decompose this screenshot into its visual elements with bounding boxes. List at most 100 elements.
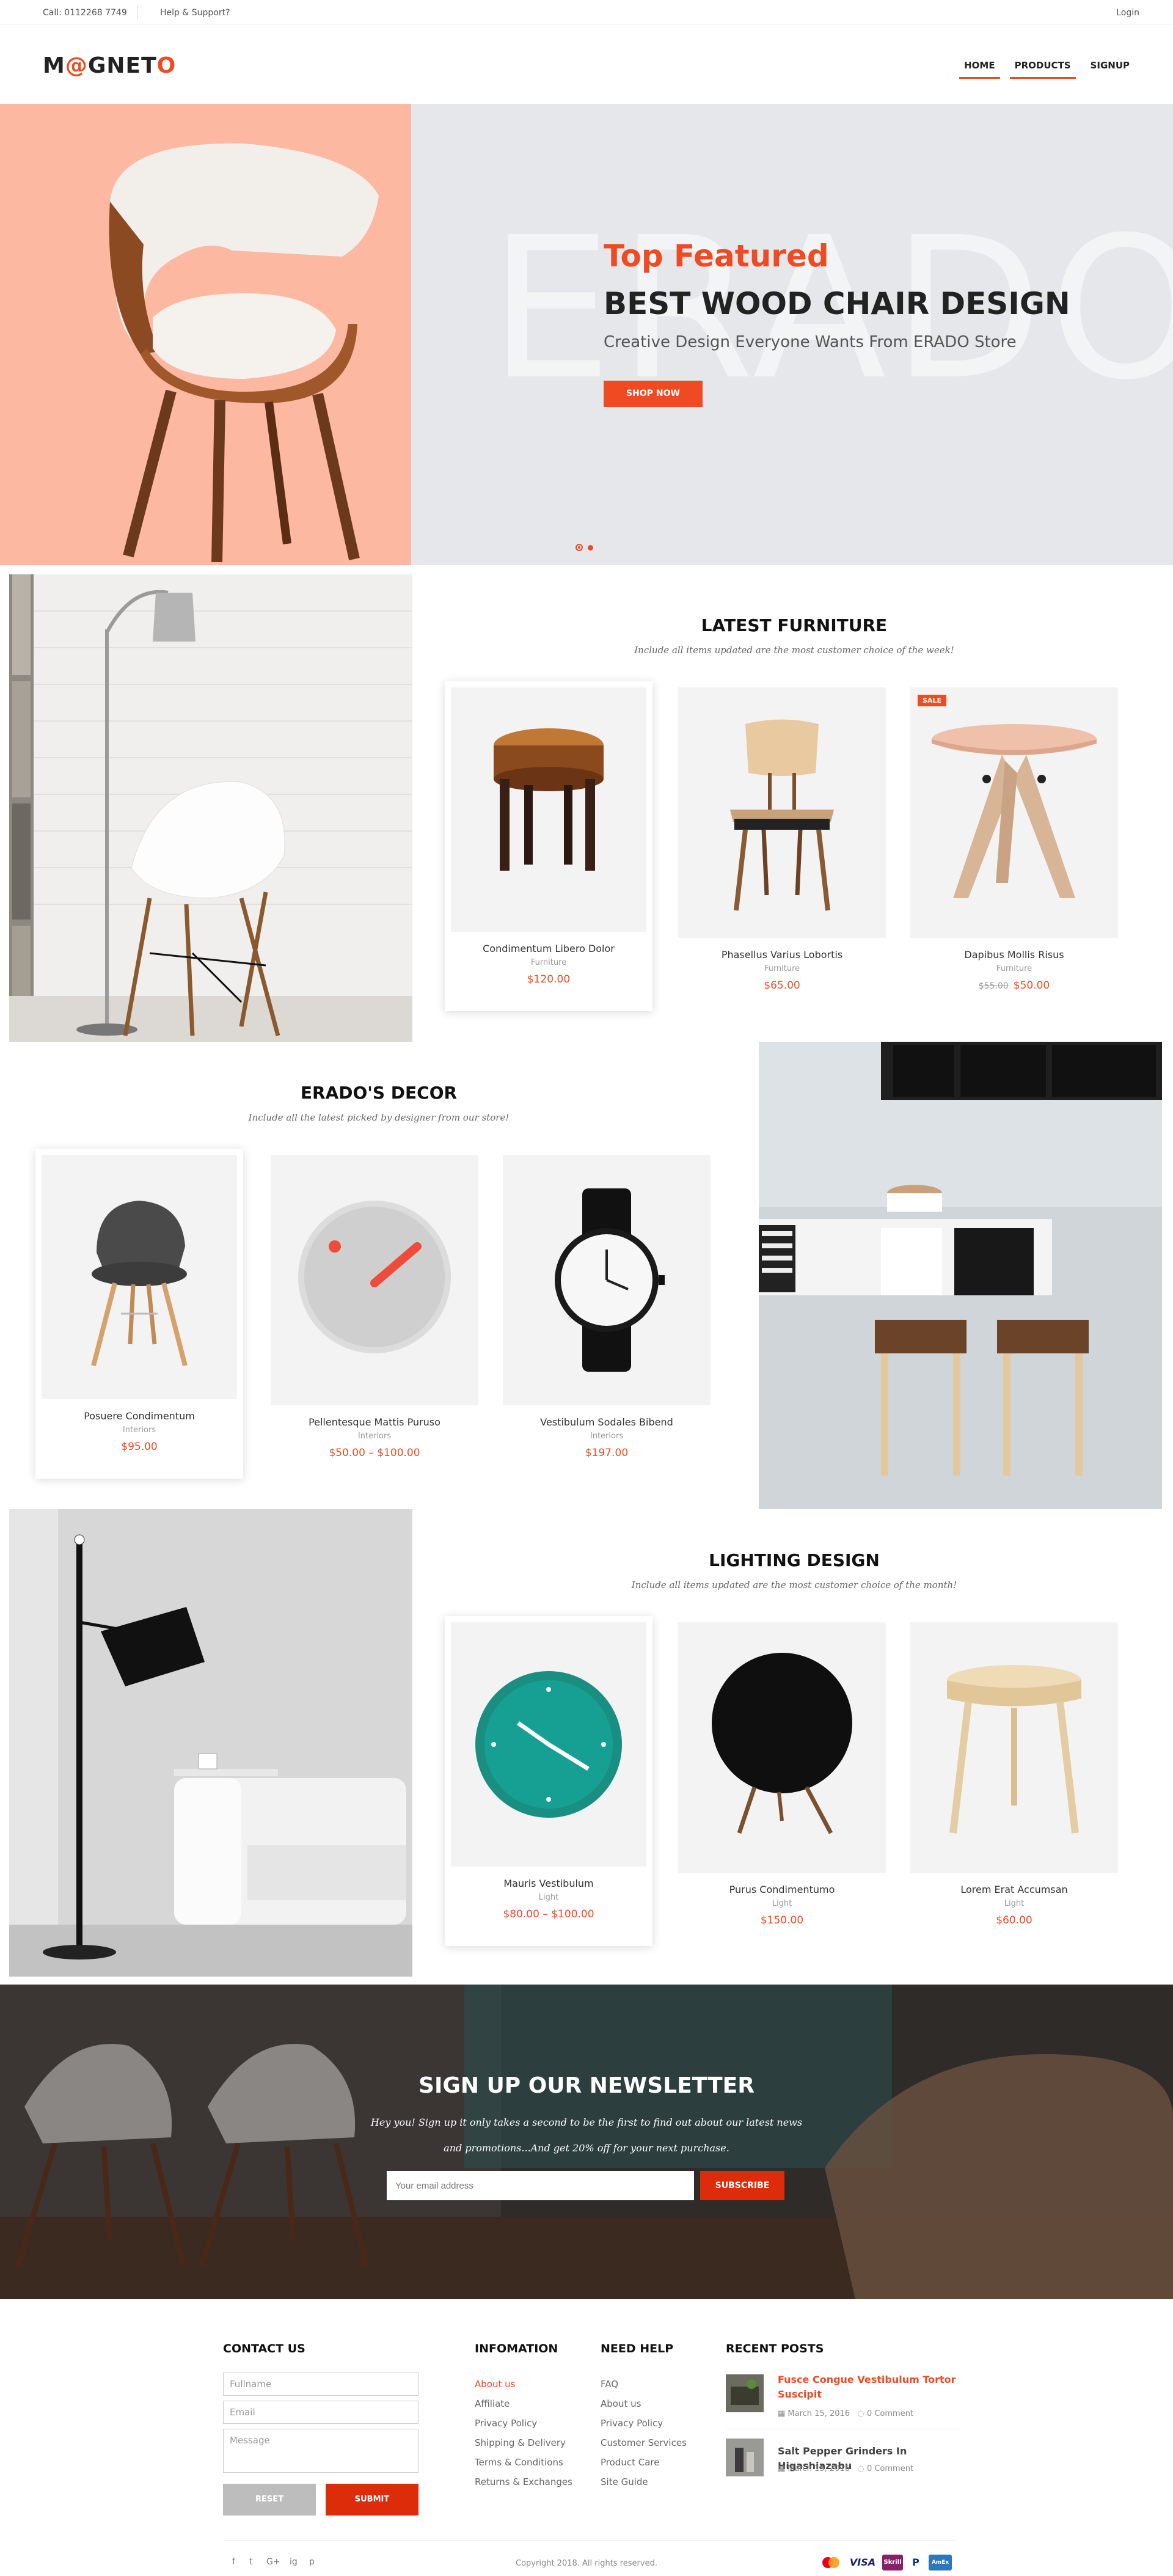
product-category: Light [1004,1899,1025,1908]
product-price: $65.00 [764,979,800,992]
divider [137,5,138,20]
help-link-about[interactable]: About us [601,2398,641,2409]
product-category: Light [538,1893,559,1902]
footer: CONTACT US Fullname Email Message RESET … [0,2299,1173,2571]
newsletter-text: Hey you! Sign up it only takes a second … [370,2117,803,2154]
product-price: $50.00 – $100.00 [329,1447,420,1459]
product-image[interactable] [451,1622,646,1867]
product-card[interactable]: Vestibulum Sodales Bibend Interiors $197… [503,1155,711,1485]
product-card[interactable]: Mauris Vestibulum Light $80.00 – $100.00 [445,1616,652,1946]
product-price: $95.00 [121,1441,158,1453]
paypal-icon: P [908,2555,924,2571]
product-name[interactable]: Mauris Vestibulum [445,1878,652,1889]
product-image[interactable] [503,1155,711,1405]
decor-subtitle: Include all the latest picked by designe… [248,1112,510,1123]
post-thumbnail[interactable] [726,2439,764,2476]
product-card[interactable]: Posuere Condimentum Interiors $95.00 [35,1149,243,1479]
slider-dot-1[interactable] [576,544,583,551]
product-image[interactable] [910,687,1118,938]
latest-furniture-subtitle: Include all items updated are the most c… [634,645,954,656]
subscribe-button[interactable]: SUBSCRIBE [700,2171,784,2200]
product-name[interactable]: Posuere Condimentum [35,1410,243,1422]
amex-icon: AmEx [929,2555,952,2571]
product-price: $197.00 [585,1447,629,1459]
product-category: Furniture [530,958,567,967]
post-meta: ▦ March 15, 2016 ◌ 0 Comment [778,2464,914,2473]
help-link-customer-services[interactable]: Customer Services [601,2437,687,2448]
product-card[interactable]: Condimentum Libero Dolor Furniture $120.… [445,681,652,1011]
decor-title: ERADO'S DECOR [300,1083,458,1103]
header: M@GNETO HOME PRODUCTS SIGNUP [0,24,1173,104]
decor-shelf-photo [759,1042,1162,1509]
product-category: Interiors [357,1432,392,1441]
product-image[interactable] [910,1622,1118,1873]
product-category: Interiors [590,1432,624,1441]
product-name[interactable]: Vestibulum Sodales Bibend [503,1416,711,1428]
product-category: Furniture [996,964,1032,973]
footer-link-terms[interactable]: Terms & Conditions [475,2457,563,2468]
call-number: Call: 0112268 7749 [43,8,127,18]
post-meta: ▦ March 15, 2016 ◌ 0 Comment [778,2409,914,2418]
footer-link-about[interactable]: About us [475,2379,515,2390]
need-help-heading: NEED HELP [601,2342,674,2355]
post-title[interactable]: Fusce Congue Vestibulum Tortor Suscipit [778,2373,961,2402]
help-link-faq[interactable]: FAQ [601,2379,618,2390]
lighting-lamp-sofa-photo [9,1509,412,1977]
product-image[interactable] [678,687,886,938]
contact-us-heading: CONTACT US [223,2342,305,2355]
footer-link-affiliate[interactable]: Affiliate [475,2398,510,2409]
help-link-product-care[interactable]: Product Care [601,2457,659,2468]
post-thumbnail[interactable] [726,2374,764,2412]
footer-link-returns[interactable]: Returns & Exchanges [475,2476,572,2487]
product-card[interactable]: Lorem Erat Accumsan Light $60.00 [910,1622,1118,1952]
main-nav: HOME PRODUCTS SIGNUP [954,58,1139,82]
sale-badge: SALE [918,695,946,706]
product-image[interactable] [271,1155,478,1405]
reset-button[interactable]: RESET [223,2484,316,2516]
hero-title: BEST WOOD CHAIR DESIGN [604,286,1070,321]
product-name[interactable]: Dapibus Mollis Risus [910,949,1118,961]
footer-link-privacy[interactable]: Privacy Policy [475,2418,537,2429]
fullname-field[interactable]: Fullname [223,2373,418,2396]
email-field[interactable]: Email [223,2401,418,2424]
login-link[interactable]: Login [1116,8,1139,18]
product-price: $60.00 [996,1914,1032,1927]
logo[interactable]: M@GNETO [43,53,176,78]
product-card[interactable]: Phasellus Varius Lobortis Furniture $65.… [678,687,886,1017]
product-price: $120.00 [527,973,571,986]
hero-slider: ERADO Top Featured BEST WOOD CHAIR DESIG… [0,104,1173,565]
visa-icon: VISA [848,2555,877,2571]
nav-products[interactable]: PRODUCTS [1005,58,1081,82]
help-link-site-guide[interactable]: Site Guide [601,2476,648,2487]
product-card[interactable]: Pellentesque Mattis Puruso Interiors $50… [271,1155,478,1485]
product-image[interactable] [42,1155,237,1399]
lighting-subtitle: Include all items updated are the most c… [631,1579,957,1590]
top-bar: Call: 0112268 7749 Help & Support? Login [0,0,1173,24]
product-card[interactable]: SALE Dapibus Mollis Risus Furniture $55.… [910,687,1118,1017]
shop-now-button[interactable]: SHOP NOW [604,381,703,407]
product-image[interactable] [451,687,646,932]
product-name[interactable]: Pellentesque Mattis Puruso [271,1416,478,1428]
product-name[interactable]: Lorem Erat Accumsan [910,1884,1118,1895]
product-card[interactable]: Purus Condimentumo Light $150.00 [678,1622,886,1952]
slider-dot-2[interactable] [588,544,593,551]
help-link[interactable]: Help & Support? [160,8,230,18]
recent-posts-heading: RECENT POSTS [726,2342,824,2355]
product-name[interactable]: Phasellus Varius Lobortis [678,949,886,961]
product-name[interactable]: Condimentum Libero Dolor [445,943,652,954]
product-category: Furniture [764,964,800,973]
message-field[interactable]: Message [223,2429,418,2473]
product-price: $150.00 [760,1914,804,1927]
skrill-icon: Skrill [882,2555,903,2571]
mastercard-icon [819,2555,843,2571]
help-link-privacy[interactable]: Privacy Policy [601,2418,663,2429]
nav-signup[interactable]: SIGNUP [1081,58,1139,82]
submit-button[interactable]: SUBMIT [326,2484,418,2516]
product-image[interactable] [678,1622,886,1873]
newsletter-email-input[interactable] [387,2171,694,2200]
footer-link-shipping[interactable]: Shipping & Delivery [475,2437,566,2448]
latest-lamp-chair-photo [9,574,412,1042]
copyright-text: Copyright 2018. All rights reserved. [516,2559,657,2568]
product-name[interactable]: Purus Condimentumo [678,1884,886,1895]
nav-home[interactable]: HOME [954,58,1004,82]
